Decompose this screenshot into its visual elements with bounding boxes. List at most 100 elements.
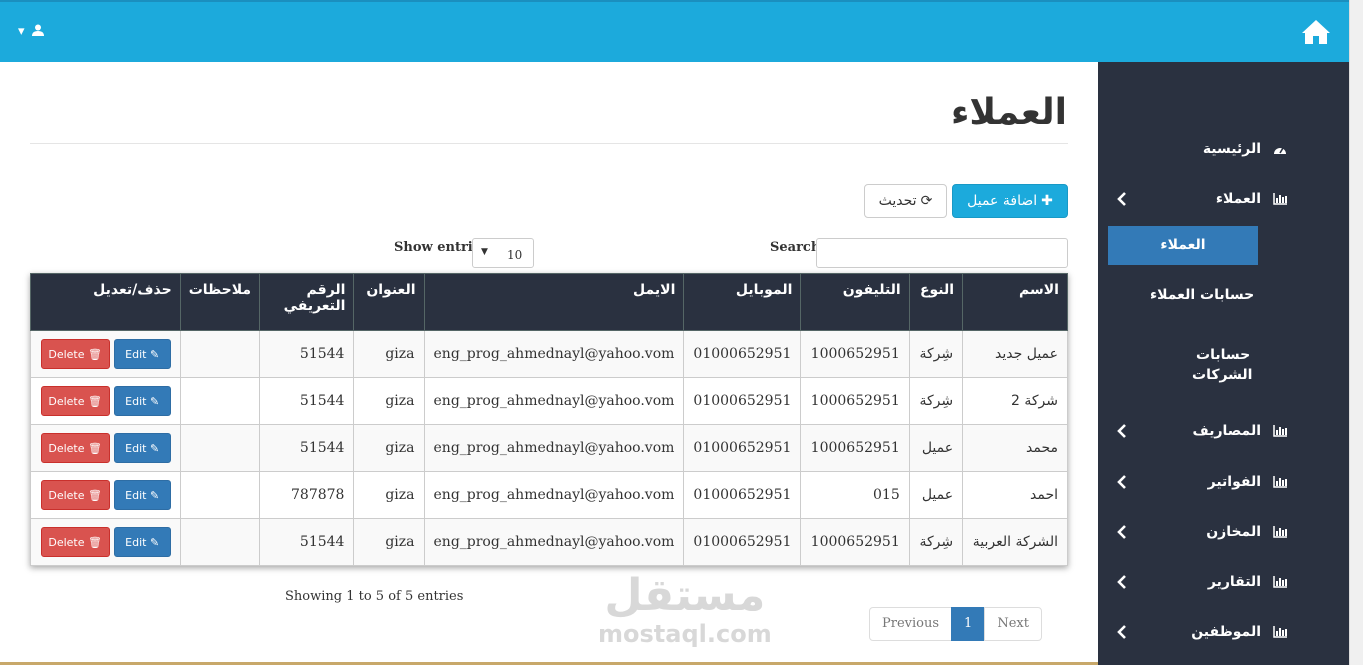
home-icon[interactable] <box>1301 18 1331 46</box>
sidebar-item-customers[interactable]: العملاء <box>1098 182 1349 218</box>
column-header-mobile[interactable]: الموبايل <box>683 273 802 331</box>
sidebar-item-home[interactable]: الرئيسية <box>1098 132 1349 168</box>
column-header-address[interactable]: العنوان <box>353 273 425 331</box>
name-cell: محمد <box>962 424 1068 472</box>
mobile-cell: 01000652951 <box>683 471 802 519</box>
edit-button[interactable]: Edit ✎ <box>113 339 171 369</box>
window-scrollbar[interactable] <box>1349 0 1363 665</box>
delete-label: Delete <box>48 395 85 408</box>
sidebar-item-label: الرئيسية <box>1202 141 1261 157</box>
search-input[interactable] <box>816 238 1068 268</box>
edit-label: Edit <box>125 395 147 408</box>
notes-cell <box>179 518 261 566</box>
edit-label: Edit <box>125 489 147 502</box>
type-cell: عميل <box>908 424 964 472</box>
sidebar-item-invoices[interactable]: الفواتير <box>1098 465 1349 501</box>
sidebar-subitem-company-accounts-line2[interactable]: الشركات <box>1192 367 1252 383</box>
edit-button[interactable]: Edit ✎ <box>113 527 171 557</box>
column-header-notes[interactable]: ملاحظات <box>179 273 261 331</box>
sidebar-item-label: الفواتير <box>1207 474 1261 490</box>
next-page-button[interactable]: Next <box>984 607 1042 641</box>
column-header-id-number[interactable]: الرقم التعريفي <box>259 273 355 331</box>
edit-button[interactable]: Edit ✎ <box>113 480 171 510</box>
email-cell: eng_prog_ahmednayl@yahoo.vom <box>423 424 685 472</box>
refresh-icon: ⟳ <box>920 193 933 209</box>
address-cell: giza <box>353 377 425 425</box>
notes-cell <box>179 471 261 519</box>
mobile-cell: 01000652951 <box>683 424 802 472</box>
table-row: Delete 🗑 Edit ✎ 787878 giza eng_prog_ahme… <box>30 471 1068 519</box>
user-menu[interactable]: ▾ <box>18 24 44 39</box>
trash-icon: 🗑 <box>88 536 102 549</box>
trash-icon: 🗑 <box>88 489 102 502</box>
phone-cell: 015 <box>800 471 910 519</box>
pagination: Previous 1 Next <box>869 607 1042 641</box>
sidebar-item-label: المخازن <box>1206 524 1261 540</box>
phone-cell: 1000652951 <box>800 377 910 425</box>
sidebar-item-employees[interactable]: الموظفين <box>1098 615 1349 651</box>
sidebar-item-warehouses[interactable]: المخازن <box>1098 515 1349 551</box>
column-header-type[interactable]: النوع <box>908 273 964 331</box>
top-navbar: ▾ <box>0 0 1349 62</box>
sidebar-subitem-company-accounts-line1[interactable]: حسابات <box>1196 347 1250 363</box>
pencil-icon: ✎ <box>149 348 160 361</box>
bar-chart-icon <box>1273 526 1287 538</box>
edit-label: Edit <box>125 536 147 549</box>
actions-cell: Delete 🗑 Edit ✎ <box>30 330 181 378</box>
phone-cell: 1000652951 <box>800 518 910 566</box>
chevron-left-icon <box>1117 525 1126 539</box>
watermark-latin: mostaql.com <box>598 620 772 648</box>
table-row: Delete 🗑 Edit ✎ 51544 giza eng_prog_ahmed… <box>30 330 1068 378</box>
id-number-cell: 787878 <box>259 471 355 519</box>
delete-button[interactable]: Delete 🗑 <box>40 433 110 463</box>
delete-button[interactable]: Delete 🗑 <box>40 386 110 416</box>
sidebar-item-reports[interactable]: التقارير <box>1098 565 1349 601</box>
address-cell: giza <box>353 424 425 472</box>
actions-cell: Delete 🗑 Edit ✎ <box>30 377 181 425</box>
sidebar-subitem-customer-accounts[interactable]: حسابات العملاء <box>1150 287 1254 303</box>
table-header-row: حذف/تعديل ملاحظات الرقم التعريفي العنوان … <box>30 273 1068 331</box>
entries-per-page-value: 10 <box>507 248 523 262</box>
entries-per-page-select[interactable]: ▼ 10 <box>472 238 534 268</box>
sidebar-item-label: المصاريف <box>1192 423 1261 439</box>
trash-icon: 🗑 <box>88 442 102 455</box>
column-header-actions[interactable]: حذف/تعديل <box>30 273 181 331</box>
pencil-icon: ✎ <box>149 395 160 408</box>
mobile-cell: 01000652951 <box>683 518 802 566</box>
delete-button[interactable]: Delete 🗑 <box>40 480 110 510</box>
name-cell: شركة 2 <box>962 377 1068 425</box>
name-cell: احمد <box>962 471 1068 519</box>
sidebar-subitem-customers[interactable]: العملاء <box>1108 226 1258 265</box>
sidebar-item-expenses[interactable]: المصاريف <box>1098 414 1349 450</box>
type-cell: شِركة <box>908 377 964 425</box>
add-customer-button[interactable]: ✚اضافة عميل <box>952 184 1068 218</box>
delete-button[interactable]: Delete 🗑 <box>40 527 110 557</box>
table-row: Delete 🗑 Edit ✎ 51544 giza eng_prog_ahmed… <box>30 377 1068 425</box>
notes-cell <box>179 424 261 472</box>
name-cell: عميل جديد <box>962 330 1068 378</box>
edit-button[interactable]: Edit ✎ <box>113 433 171 463</box>
plus-icon: ✚ <box>1041 193 1053 209</box>
bar-chart-icon <box>1273 476 1287 488</box>
previous-page-button[interactable]: Previous <box>869 607 953 641</box>
edit-label: Edit <box>125 348 147 361</box>
add-customer-label: اضافة عميل <box>967 193 1038 209</box>
chevron-left-icon <box>1117 575 1126 589</box>
refresh-button[interactable]: ⟳تحديث <box>864 184 947 218</box>
delete-button[interactable]: Delete 🗑 <box>40 339 110 369</box>
pencil-icon: ✎ <box>149 489 160 502</box>
bar-chart-icon <box>1273 425 1287 437</box>
column-header-email[interactable]: الايمل <box>423 273 685 331</box>
chevron-left-icon <box>1117 625 1126 639</box>
column-header-phone[interactable]: التليفون <box>800 273 910 331</box>
phone-cell: 1000652951 <box>800 424 910 472</box>
id-number-cell: 51544 <box>259 424 355 472</box>
email-cell: eng_prog_ahmednayl@yahoo.vom <box>423 377 685 425</box>
notes-cell <box>179 330 261 378</box>
title-divider <box>30 143 1068 144</box>
id-number-cell: 51544 <box>259 377 355 425</box>
edit-button[interactable]: Edit ✎ <box>113 386 171 416</box>
notes-cell <box>179 377 261 425</box>
column-header-name[interactable]: الاسم <box>962 273 1068 331</box>
page-1-button[interactable]: 1 <box>951 607 986 641</box>
